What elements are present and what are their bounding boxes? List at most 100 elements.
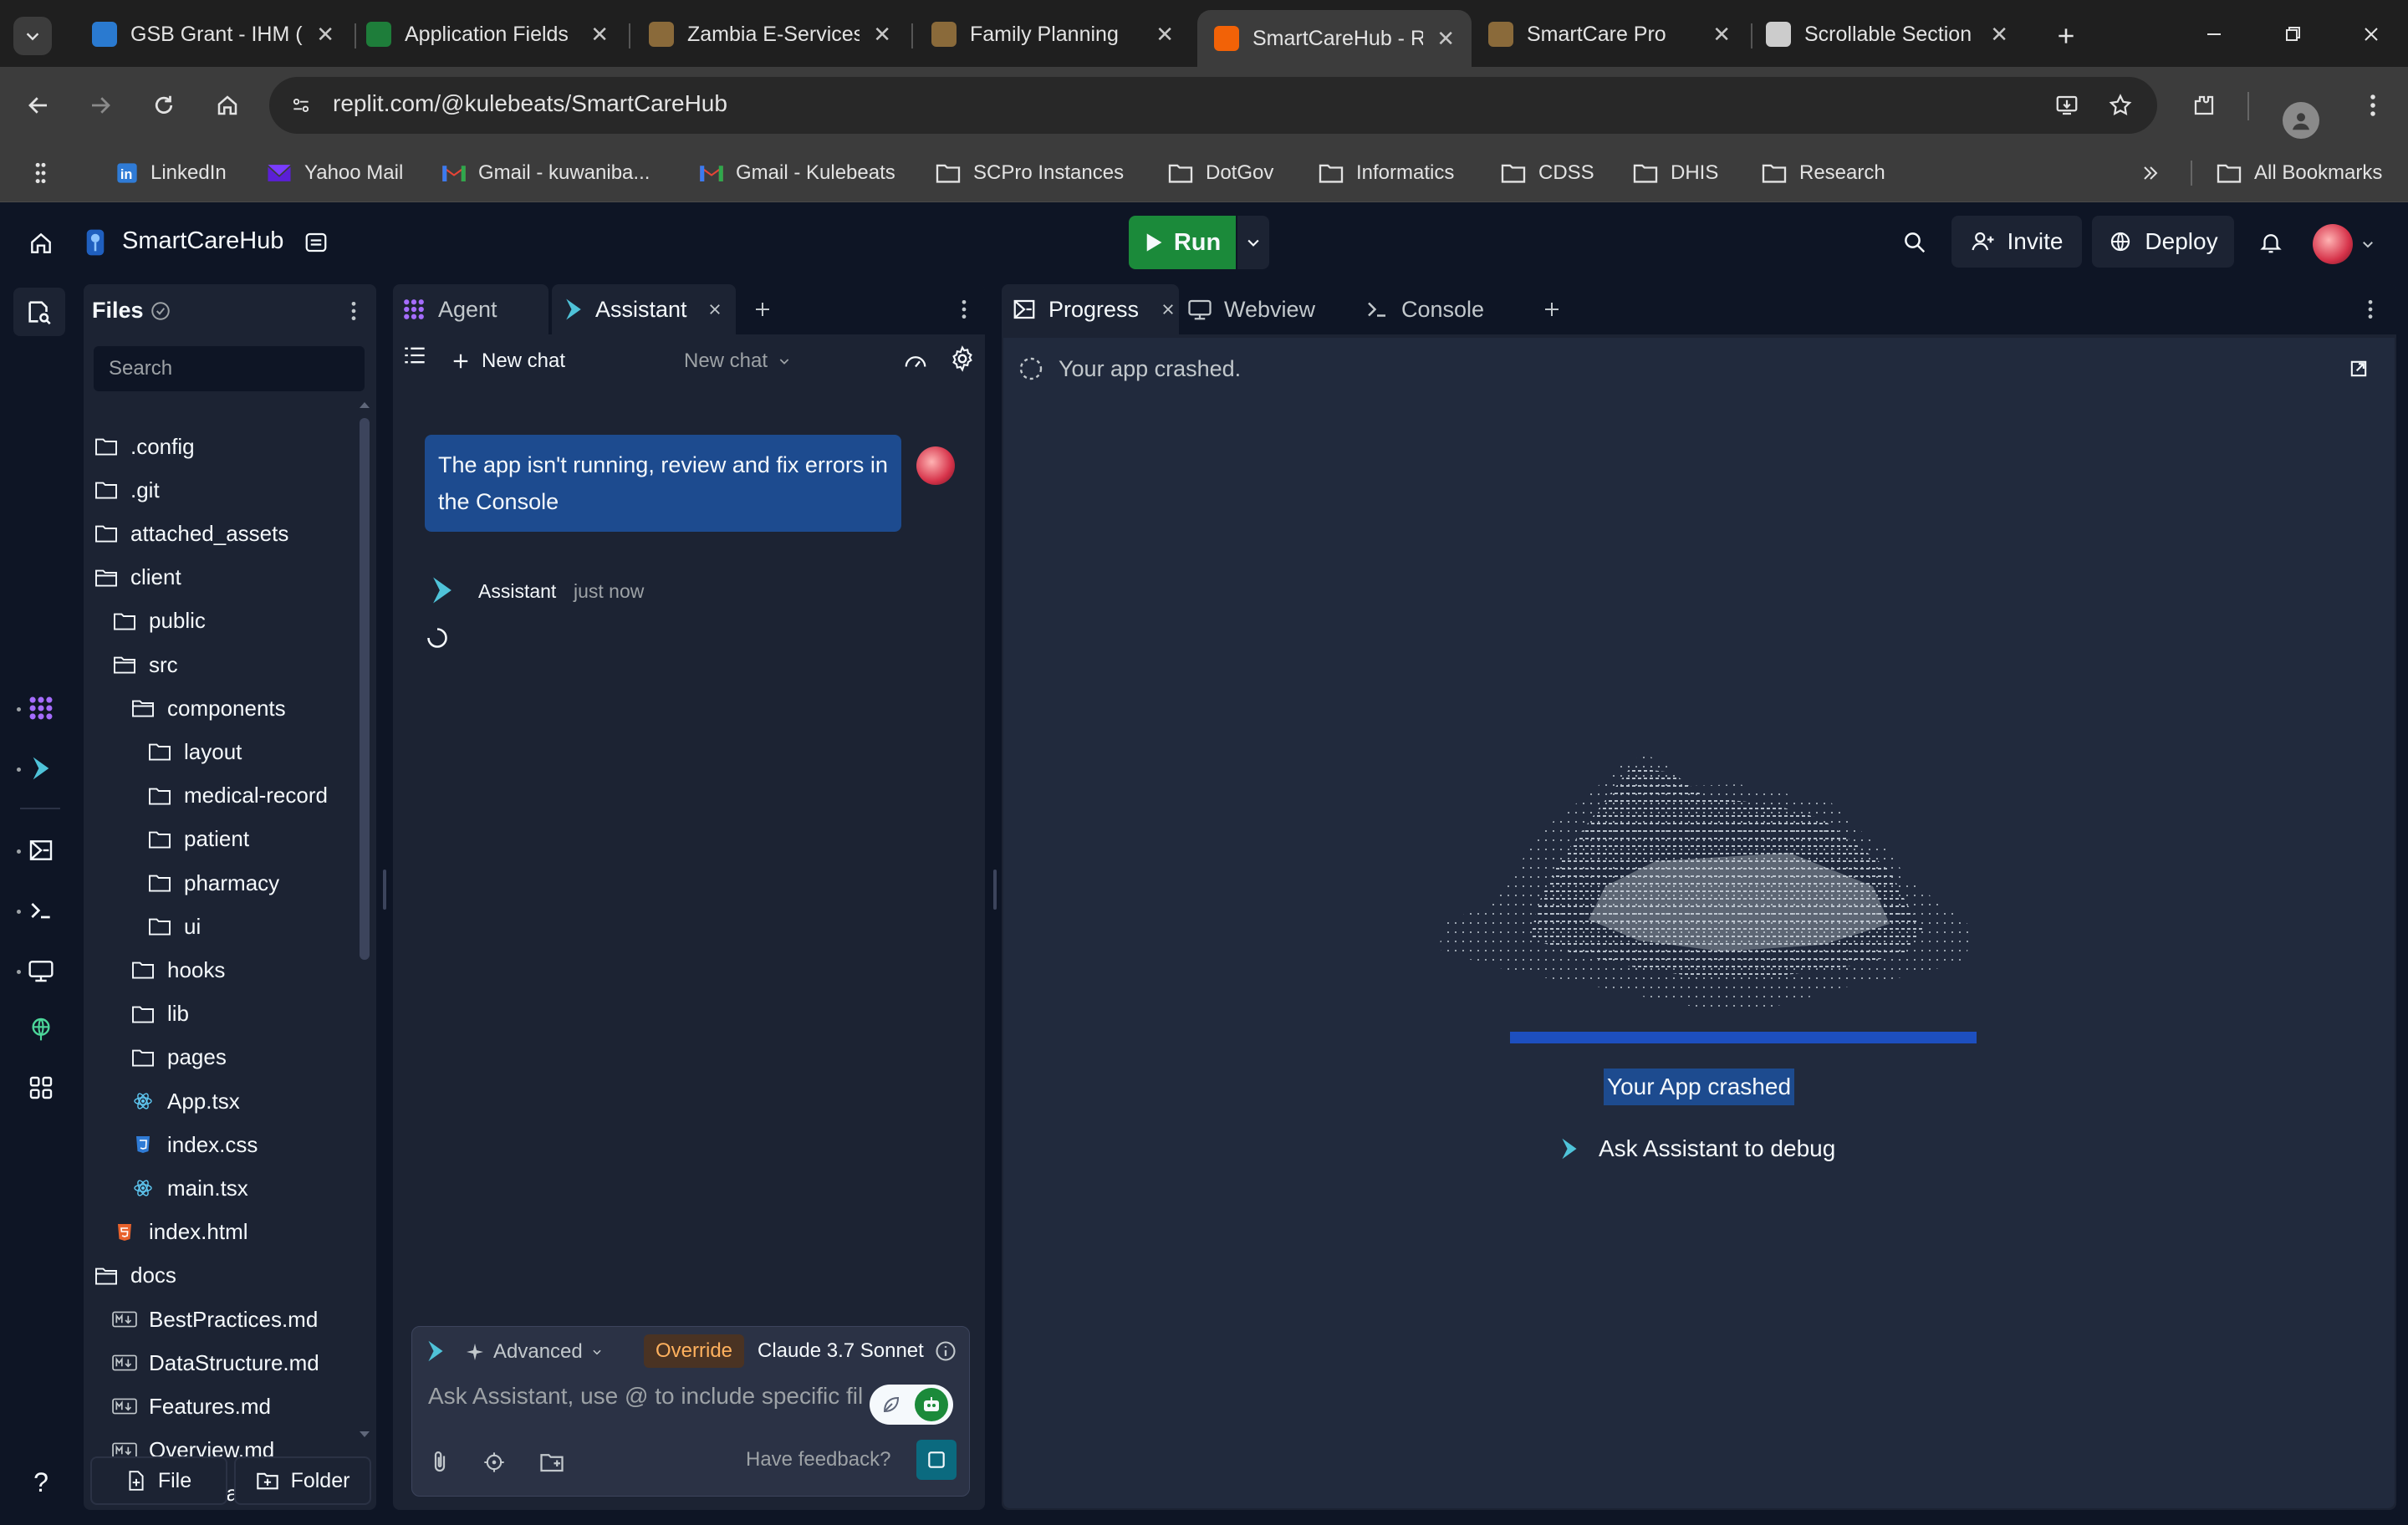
invite-button[interactable]: Invite [1951,216,2082,268]
chat-history-icon[interactable] [403,344,426,366]
browser-tab[interactable]: Scrollable Section ✕ [1749,10,2025,59]
bookmark-item[interactable]: DotGov [1167,154,1273,192]
model-selector[interactable]: Claude 3.7 Sonnet [758,1334,957,1368]
apps-grid-icon[interactable] [28,154,59,192]
close-window-button[interactable] [2346,15,2396,54]
folder-item[interactable]: medical-record [147,779,328,813]
browser-tab[interactable]: Application Fields ✕ [349,10,625,59]
agent-icon[interactable] [27,694,55,722]
run-options-button[interactable] [1237,216,1269,269]
bookmark-item[interactable]: Yahoo Mail [266,154,403,192]
bookmark-item[interactable]: Informatics [1318,154,1454,192]
home-button[interactable] [206,84,249,127]
input-toggle[interactable] [870,1385,953,1425]
settings-gear-icon[interactable] [946,343,978,375]
tab-webview[interactable]: Webview [1187,284,1315,334]
minimize-button[interactable] [2189,15,2239,54]
browser-tab[interactable]: Zambia E-Services ✕ [632,10,908,59]
folder-item[interactable]: pages [130,1041,227,1074]
bookmark-item[interactable]: CDSS [1500,154,1594,192]
folder-item[interactable]: docs [94,1259,176,1293]
add-folder-context-icon[interactable] [537,1446,567,1478]
advanced-mode-select[interactable]: Advanced [465,1336,603,1368]
resize-handle[interactable] [383,870,386,910]
all-tools-icon[interactable] [27,1074,55,1102]
close-tab-icon[interactable]: ✕ [873,22,891,48]
folder-item[interactable]: components [130,691,286,725]
folder-item[interactable]: public [112,604,206,638]
install-app-icon[interactable] [2048,87,2085,124]
folder-item[interactable]: .config [94,430,195,463]
project-name[interactable]: SmartCareHub [122,227,283,255]
bookmarks-overflow-icon[interactable] [2134,154,2167,192]
folder-item[interactable]: ui [147,910,201,943]
assistant-icon[interactable] [27,754,55,783]
new-file-button[interactable]: File [90,1456,227,1505]
folder-item[interactable]: lib [130,997,189,1031]
tab-search-button[interactable] [13,17,52,55]
ask-assistant-debug-button[interactable]: Ask Assistant to debug [1560,1130,1835,1167]
bookmark-item[interactable]: Gmail - kuwaniba... [441,154,650,192]
add-right-tab-button[interactable] [1535,293,1569,326]
console-icon[interactable] [27,896,55,925]
close-tab-icon[interactable]: ✕ [1712,22,1731,48]
scroll-up-icon[interactable] [358,396,371,413]
search-icon[interactable] [1896,224,1933,261]
tab-progress[interactable]: Progress [1002,284,1179,334]
folder-item[interactable]: client [94,561,181,594]
browser-tab[interactable]: Family Planning ✕ [915,10,1191,59]
browser-tab[interactable]: GSB Grant - IHM (✕ [75,10,351,59]
bookmark-item[interactable]: Research [1761,154,1885,192]
tab-console[interactable]: Console [1365,284,1484,334]
override-badge[interactable]: Override [644,1334,745,1368]
all-bookmarks-link[interactable]: All Bookmarks [2216,154,2382,192]
file-item[interactable]: App.tsx [130,1084,240,1118]
folder-item[interactable]: hooks [130,953,225,987]
chat-input[interactable]: Ask Assistant, use @ to include specific… [428,1383,871,1420]
target-element-icon[interactable] [480,1446,508,1478]
folder-item[interactable]: layout [147,735,242,768]
file-item[interactable]: Technical.md [112,1521,276,1525]
bookmark-star-icon[interactable] [2102,87,2139,124]
folder-item[interactable]: .git [94,473,160,507]
profile-avatar[interactable] [2283,102,2319,139]
file-item[interactable]: BestPractices.md [112,1303,318,1336]
feedback-link[interactable]: Have feedback? [746,1448,890,1471]
site-info-icon[interactable] [283,87,319,124]
user-avatar[interactable] [2313,224,2353,264]
progress-icon[interactable] [27,836,55,865]
extensions-icon[interactable] [2186,87,2222,124]
file-item[interactable]: index.html [112,1216,248,1249]
tab-agent[interactable]: Agent [393,284,548,334]
new-folder-button[interactable]: Folder [234,1456,371,1505]
send-button[interactable] [916,1440,957,1480]
close-tab-icon[interactable]: ✕ [316,22,334,48]
close-tab-icon[interactable]: ✕ [590,22,609,48]
forward-button[interactable] [79,84,122,127]
browser-tab[interactable]: SmartCare Pro ✕ [1472,10,1747,59]
deploy-button[interactable]: Deploy [2092,216,2234,268]
folder-item[interactable]: pharmacy [147,866,279,900]
files-search-input[interactable]: Search [94,346,365,391]
bookmark-item[interactable]: DHIS [1632,154,1718,192]
files-menu-icon[interactable] [341,296,366,326]
bookmark-item[interactable]: SCPro Instances [935,154,1124,192]
back-button[interactable] [17,84,60,127]
close-tab-icon[interactable]: ✕ [1156,22,1174,48]
browser-tab[interactable]: SmartCareHub - R ✕ [1197,10,1472,67]
bell-icon[interactable] [2252,224,2289,261]
close-tab-icon[interactable]: ✕ [1990,22,2008,48]
run-button[interactable]: Run [1129,216,1236,269]
chat-select[interactable]: New chat [684,344,791,378]
webview-icon[interactable] [27,956,55,985]
add-tab-button[interactable] [746,293,779,326]
browser-menu-icon[interactable] [2354,87,2391,124]
url-text[interactable]: replit.com/@kulebeats/SmartCareHub [333,90,727,117]
right-panel-menu-icon[interactable] [2358,294,2383,324]
scroll-down-icon[interactable] [358,1426,371,1443]
tab-assistant[interactable]: Assistant [552,284,736,334]
bookmark-item[interactable]: Gmail - Kulebeats [699,154,895,192]
folder-item[interactable]: patient [147,823,249,856]
deployments-icon[interactable] [27,1015,55,1043]
gauge-icon[interactable] [900,344,931,376]
